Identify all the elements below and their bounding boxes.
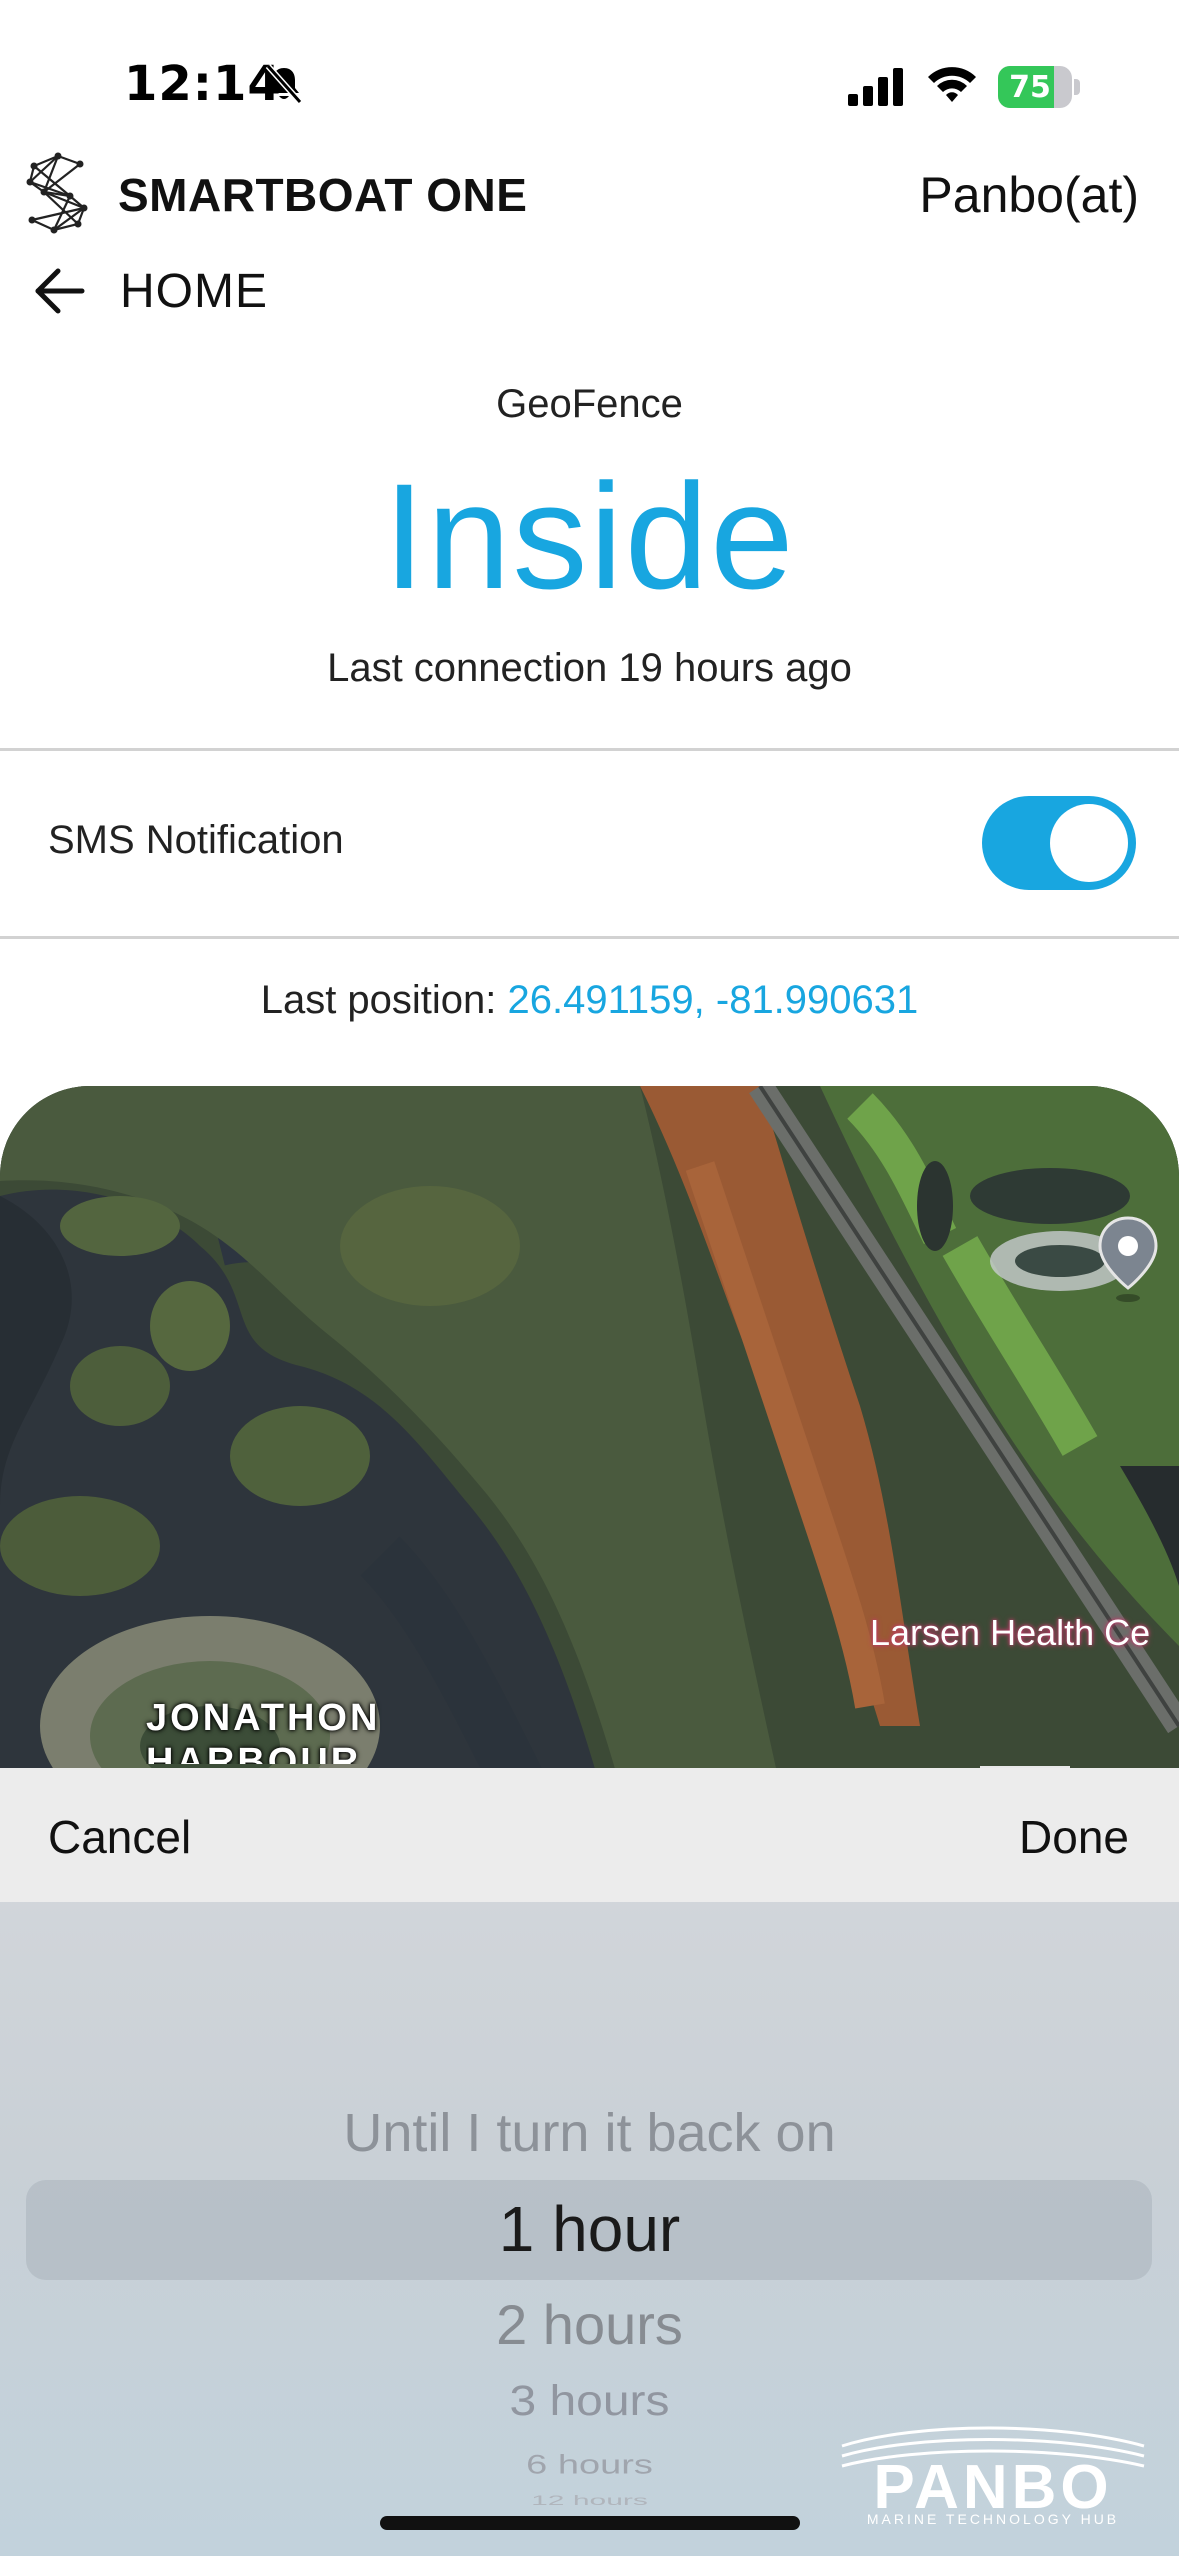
sms-notification-toggle[interactable] [982, 796, 1136, 890]
picker-toolbar: Cancel Done [0, 1768, 1179, 1902]
smartboat-logo-icon [26, 152, 88, 234]
map-area-label-line1: JONATHON [146, 1697, 381, 1739]
account-label[interactable]: Panbo(at) [919, 166, 1139, 224]
cancel-button[interactable]: Cancel [48, 1810, 191, 1864]
map-pin-icon[interactable] [1096, 1216, 1160, 1304]
picker-option[interactable]: 2 hours [0, 2292, 1179, 2357]
home-indicator [380, 2516, 800, 2530]
picker-option-selected[interactable]: 1 hour [0, 2192, 1179, 2266]
toggle-knob [1050, 804, 1128, 882]
cellular-signal-icon [848, 68, 903, 106]
back-home-label: HOME [120, 264, 268, 318]
back-home-button[interactable]: HOME [30, 258, 268, 324]
svg-text:MARINE TECHNOLOGY HUB: MARINE TECHNOLOGY HUB [867, 2511, 1119, 2526]
battery-charging-icon: 75 [998, 66, 1080, 108]
status-bar: 12:14 75 [0, 0, 1179, 150]
divider [0, 748, 1179, 751]
map-imagery [0, 1086, 1179, 1786]
divider [0, 936, 1179, 939]
sms-notification-label: SMS Notification [48, 818, 344, 862]
wifi-icon [928, 67, 976, 102]
done-button[interactable]: Done [1019, 1810, 1129, 1864]
map-area-label: JONATHON HARBOUR [146, 1696, 380, 1764]
satellite-map[interactable] [0, 1086, 1179, 1786]
geofence-status: Inside [383, 452, 796, 620]
last-position-coords[interactable]: 26.491159, -81.990631 [508, 978, 919, 1022]
arrow-left-icon [35, 268, 85, 314]
bell-slash-icon [265, 64, 303, 104]
battery-level: 75 [1009, 70, 1051, 105]
geofence-label: GeoFence [496, 382, 683, 426]
status-time: 12:14 [124, 56, 282, 112]
map-area-label-line2: HARBOUR [146, 1741, 362, 1764]
app-title: SMARTBOAT ONE [118, 169, 528, 221]
panbo-watermark-logo: PANBO MARINE TECHNOLOGY HUB [841, 2426, 1145, 2526]
last-position-label: Last position: [260, 978, 508, 1022]
last-connection-text: Last connection 19 hours ago [327, 646, 852, 690]
last-position: Last position: 26.491159, -81.990631 [0, 978, 1179, 1023]
picker-option[interactable]: Until I turn it back on [0, 2102, 1179, 2164]
map-poi-label: Larsen Health Ce [870, 1612, 1151, 1653]
